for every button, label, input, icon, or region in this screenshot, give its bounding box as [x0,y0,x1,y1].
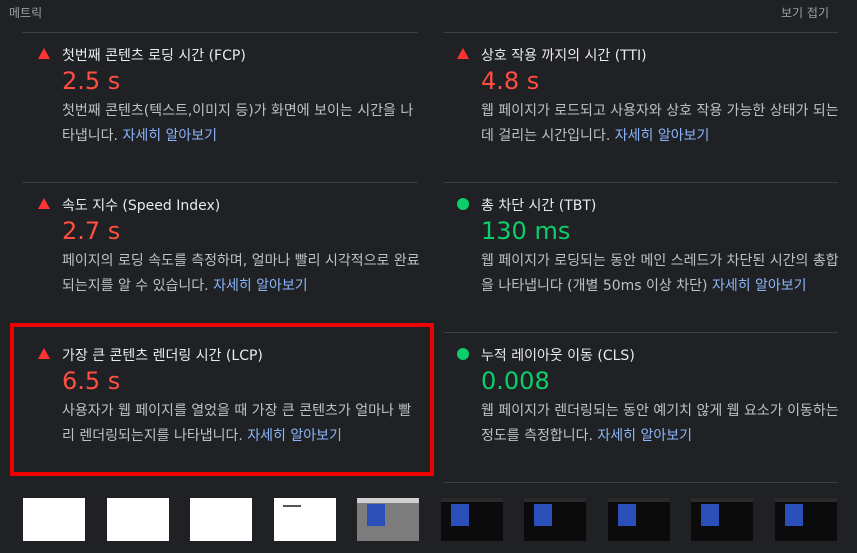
metric-description: 웹 페이지가 로딩되는 동안 메인 스레드가 차단된 시간의 총합을 나타냅니다… [481,253,839,294]
metric-label: 속도 지수 (Speed Index) [62,198,221,214]
metric-label: 총 차단 시간 (TBT) [481,198,597,214]
metric-value: 2.5 s [62,67,121,95]
filmstrip-frame [23,498,85,541]
fail-triangle-icon [38,48,50,60]
metric-label: 상호 작용 까지의 시간 (TTI) [481,48,647,64]
metric-description: 첫번째 콘텐츠(텍스트,이미지 등)가 화면에 보이는 시간을 나타냅니다. 자… [62,103,414,144]
divider [444,32,838,33]
filmstrip-frame [274,498,336,541]
collapse-view-toggle[interactable]: 보기 접기 [781,4,829,21]
metric-value: 130 ms [481,217,571,245]
pass-dot-icon [457,348,469,360]
divider [444,182,838,183]
fail-triangle-icon [457,48,469,60]
fail-triangle-icon [38,198,50,210]
divider [22,32,418,33]
filmstrip-frame [107,498,169,541]
divider [444,482,838,483]
filmstrip-frame [357,498,419,541]
filmstrip-frame [524,498,586,541]
divider [444,332,838,333]
learn-more-link[interactable]: 자세히 알아보기 [597,428,692,444]
metrics-title: 메트릭 [9,6,43,20]
metric-description: 웹 페이지가 렌더링되는 동안 예기치 않게 웹 요소가 이동하는 정도를 측정… [481,403,839,444]
learn-more-link[interactable]: 자세히 알아보기 [712,278,807,294]
learn-more-link[interactable]: 자세히 알아보기 [615,128,710,144]
learn-more-link[interactable]: 자세히 알아보기 [213,278,308,294]
metric-value: 0.008 [481,367,550,395]
metrics-header: 메트릭 보기 접기 [0,0,857,24]
metric-value: 2.7 s [62,217,121,245]
filmstrip-frame [190,498,252,541]
metric-description: 페이지의 로딩 속도를 측정하며, 얼마나 빨리 시각적으로 완료되는지를 알 … [62,253,420,294]
filmstrip-frame [608,498,670,541]
metric-description: 웹 페이지가 로드되고 사용자와 상호 작용 가능한 상태가 되는데 걸리는 시… [481,103,839,144]
filmstrip-frame [691,498,753,541]
filmstrip-frame [441,498,503,541]
pass-dot-icon [457,198,469,210]
lcp-highlight-box [10,323,434,476]
filmstrip-frame [775,498,837,541]
metric-label: 누적 레이아웃 이동 (CLS) [481,348,635,364]
metric-value: 4.8 s [481,67,540,95]
metric-label: 첫번째 콘텐츠 로딩 시간 (FCP) [62,48,246,64]
learn-more-link[interactable]: 자세히 알아보기 [122,128,217,144]
divider [22,182,418,183]
